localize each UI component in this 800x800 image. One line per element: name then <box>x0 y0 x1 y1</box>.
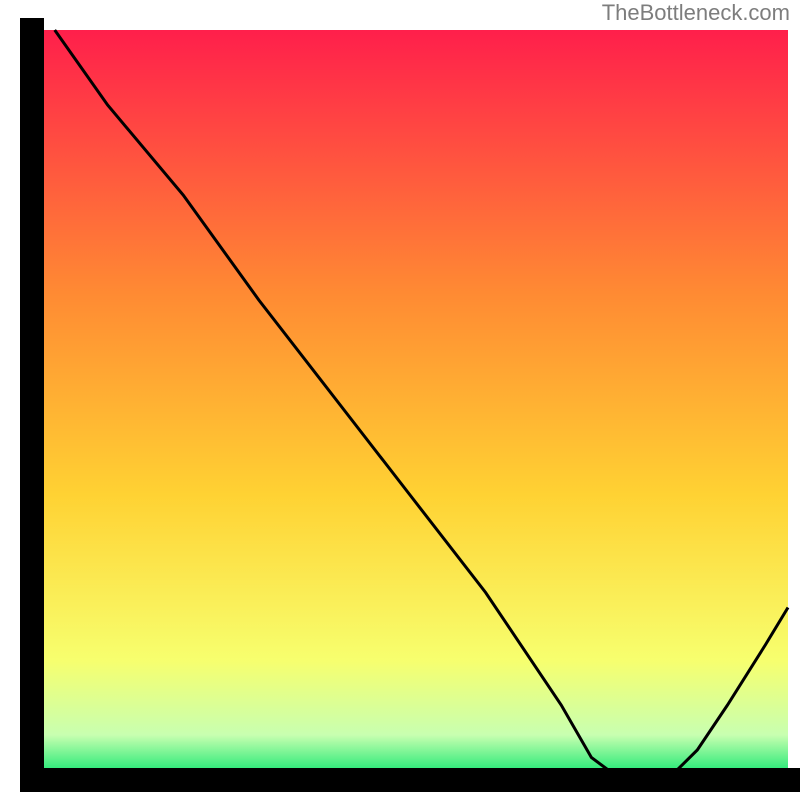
bottleneck-chart <box>0 0 800 800</box>
watermark-text: TheBottleneck.com <box>602 0 790 26</box>
plot-background <box>32 30 788 780</box>
chart-container: { "watermark": "TheBottleneck.com", "cha… <box>0 0 800 800</box>
